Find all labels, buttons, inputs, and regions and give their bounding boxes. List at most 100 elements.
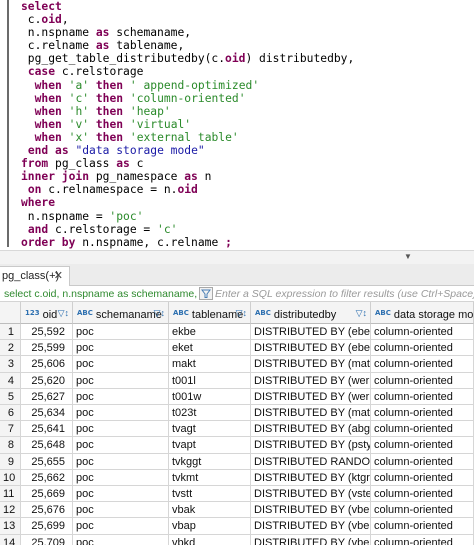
- table-cell[interactable]: poc: [73, 502, 169, 519]
- sort-filter-icon[interactable]: ▽↕: [356, 302, 367, 323]
- table-cell[interactable]: column-oriented: [371, 453, 474, 470]
- table-row[interactable]: 14 25,709 poc vbkd DISTRIBUTED BY (vbeln) col…: [0, 534, 474, 545]
- table-cell[interactable]: poc: [73, 421, 169, 438]
- collapse-arrow-icon[interactable]: ▼: [404, 252, 412, 261]
- table-cell[interactable]: poc: [73, 518, 169, 535]
- table-cell[interactable]: poc: [73, 486, 169, 503]
- table-cell[interactable]: 25,676: [21, 502, 73, 519]
- table-row[interactable]: 12 25,676 poc vbak DISTRIBUTED BY (vbeln) col…: [0, 502, 474, 519]
- filter-funnel-icon[interactable]: [199, 287, 213, 300]
- column-header-distributedby[interactable]: ABC distributedby ▽↕: [251, 302, 371, 324]
- table-cell[interactable]: 25,634: [21, 405, 73, 422]
- table-cell[interactable]: 25,669: [21, 486, 73, 503]
- table-cell[interactable]: eket: [169, 340, 251, 357]
- column-header-data-storage-mode[interactable]: ABCdata storage mode: [371, 302, 474, 324]
- sort-filter-icon[interactable]: ▽↕: [154, 302, 165, 323]
- table-cell[interactable]: poc: [73, 453, 169, 470]
- table-cell[interactable]: column-oriented: [371, 486, 474, 503]
- table-cell[interactable]: DISTRIBUTED RANDOMLY: [251, 453, 371, 470]
- table-cell[interactable]: tvapt: [169, 437, 251, 454]
- table-row[interactable]: 2 25,599 poc eket DISTRIBUTED BY (ebeln) colu…: [0, 340, 474, 357]
- table-cell[interactable]: column-oriented: [371, 469, 474, 486]
- table-row[interactable]: 11 25,669 poc tvstt DISTRIBUTED BY (vstel) co…: [0, 486, 474, 503]
- sql-editor[interactable]: select c.oid, n.nspname as schemaname, c…: [0, 0, 474, 250]
- table-cell[interactable]: 25,620: [21, 372, 73, 389]
- table-row[interactable]: 8 25,648 poc tvapt DISTRIBUTED BY (pstyv) col…: [0, 437, 474, 454]
- column-header-oid[interactable]: 123 oid ▽↕: [21, 302, 73, 324]
- table-cell[interactable]: 25,627: [21, 388, 73, 405]
- table-cell[interactable]: 25,641: [21, 421, 73, 438]
- table-row[interactable]: 3 25,606 poc makt DISTRIBUTED BY (matnr) colu…: [0, 356, 474, 373]
- table-cell[interactable]: DISTRIBUTED BY (vstel): [251, 486, 371, 503]
- table-cell[interactable]: poc: [73, 534, 169, 545]
- table-cell[interactable]: tvkmt: [169, 469, 251, 486]
- table-cell[interactable]: DISTRIBUTED BY (ktgrm): [251, 469, 371, 486]
- table-cell[interactable]: DISTRIBUTED BY (vbeln): [251, 534, 371, 545]
- table-cell[interactable]: DISTRIBUTED BY (vbeln): [251, 502, 371, 519]
- table-cell[interactable]: poc: [73, 324, 169, 341]
- table-cell[interactable]: column-oriented: [371, 405, 474, 422]
- table-cell[interactable]: makt: [169, 356, 251, 373]
- table-row[interactable]: 7 25,641 poc tvagt DISTRIBUTED BY (abgru) col…: [0, 421, 474, 438]
- table-cell[interactable]: poc: [73, 372, 169, 389]
- table-cell[interactable]: t001w: [169, 388, 251, 405]
- table-row[interactable]: 4 25,620 poc t001l DISTRIBUTED BY (werks) col…: [0, 372, 474, 389]
- table-cell[interactable]: vbkd: [169, 534, 251, 545]
- table-cell[interactable]: poc: [73, 469, 169, 486]
- table-cell[interactable]: DISTRIBUTED BY (matnr): [251, 356, 371, 373]
- table-cell[interactable]: poc: [73, 388, 169, 405]
- table-cell[interactable]: DISTRIBUTED BY (ebeln): [251, 340, 371, 357]
- table-cell[interactable]: ekbe: [169, 324, 251, 341]
- tab-results[interactable]: pg_class(+) ✕: [0, 266, 70, 286]
- table-cell[interactable]: DISTRIBUTED BY (vbeln): [251, 518, 371, 535]
- table-cell[interactable]: t001l: [169, 372, 251, 389]
- table-cell[interactable]: 25,606: [21, 356, 73, 373]
- column-header-schemaname[interactable]: ABC schemaname ▽↕: [73, 302, 169, 324]
- table-cell[interactable]: tvagt: [169, 421, 251, 438]
- filter-input[interactable]: Enter a SQL expression to filter results…: [215, 288, 474, 300]
- table-cell[interactable]: DISTRIBUTED BY (werks): [251, 388, 371, 405]
- table-cell[interactable]: DISTRIBUTED BY (pstyv): [251, 437, 371, 454]
- table-cell[interactable]: poc: [73, 356, 169, 373]
- table-row[interactable]: 925,655poctvkggtDISTRIBUTED RANDOMLYcolu…: [0, 453, 474, 470]
- close-icon[interactable]: ✕: [54, 267, 63, 286]
- table-cell[interactable]: column-oriented: [371, 518, 474, 535]
- table-cell[interactable]: poc: [73, 340, 169, 357]
- table-cell[interactable]: column-oriented: [371, 340, 474, 357]
- table-cell[interactable]: poc: [73, 437, 169, 454]
- table-cell[interactable]: column-oriented: [371, 356, 474, 373]
- table-row[interactable]: 13 25,699 poc vbap DISTRIBUTED BY (vbeln) col…: [0, 518, 474, 535]
- table-cell[interactable]: 25,648: [21, 437, 73, 454]
- table-cell[interactable]: column-oriented: [371, 388, 474, 405]
- sort-filter-icon[interactable]: ▽↕: [236, 302, 247, 323]
- table-cell[interactable]: 25,592: [21, 324, 73, 341]
- sort-filter-icon[interactable]: ▽↕: [58, 302, 69, 323]
- table-cell[interactable]: poc: [73, 405, 169, 422]
- table-cell[interactable]: column-oriented: [371, 372, 474, 389]
- table-cell[interactable]: column-oriented: [371, 421, 474, 438]
- table-cell[interactable]: 25,662: [21, 469, 73, 486]
- table-cell[interactable]: 25,709: [21, 534, 73, 545]
- table-cell[interactable]: 25,599: [21, 340, 73, 357]
- table-cell[interactable]: DISTRIBUTED BY (abgru): [251, 421, 371, 438]
- table-cell[interactable]: DISTRIBUTED BY (matkl): [251, 405, 371, 422]
- table-cell[interactable]: DISTRIBUTED BY (werks): [251, 372, 371, 389]
- table-row[interactable]: 10 25,662 poc tvkmt DISTRIBUTED BY (ktgrm) co…: [0, 469, 474, 486]
- table-cell[interactable]: t023t: [169, 405, 251, 422]
- table-row[interactable]: 6 25,634 poc t023t DISTRIBUTED BY (matkl) col…: [0, 405, 474, 422]
- table-cell[interactable]: 25,699: [21, 518, 73, 535]
- table-cell[interactable]: column-oriented: [371, 324, 474, 341]
- table-cell[interactable]: tvstt: [169, 486, 251, 503]
- table-cell[interactable]: vbap: [169, 518, 251, 535]
- table-row[interactable]: 5 25,627 poc t001w DISTRIBUTED BY (werks) col…: [0, 388, 474, 405]
- table-cell[interactable]: column-oriented: [371, 534, 474, 545]
- column-header-tablename[interactable]: ABC tablename ▽↕: [169, 302, 251, 324]
- table-cell[interactable]: DISTRIBUTED BY (ebeln): [251, 324, 371, 341]
- table-cell[interactable]: 25,655: [21, 453, 73, 470]
- table-cell[interactable]: tvkggt: [169, 453, 251, 470]
- table-cell[interactable]: vbak: [169, 502, 251, 519]
- table-cell[interactable]: column-oriented: [371, 502, 474, 519]
- table-row[interactable]: 1 25,592 poc ekbe DISTRIBUTED BY (ebeln) colu…: [0, 324, 474, 341]
- table-cell[interactable]: column-oriented: [371, 437, 474, 454]
- panel-splitter[interactable]: ▼: [0, 250, 474, 264]
